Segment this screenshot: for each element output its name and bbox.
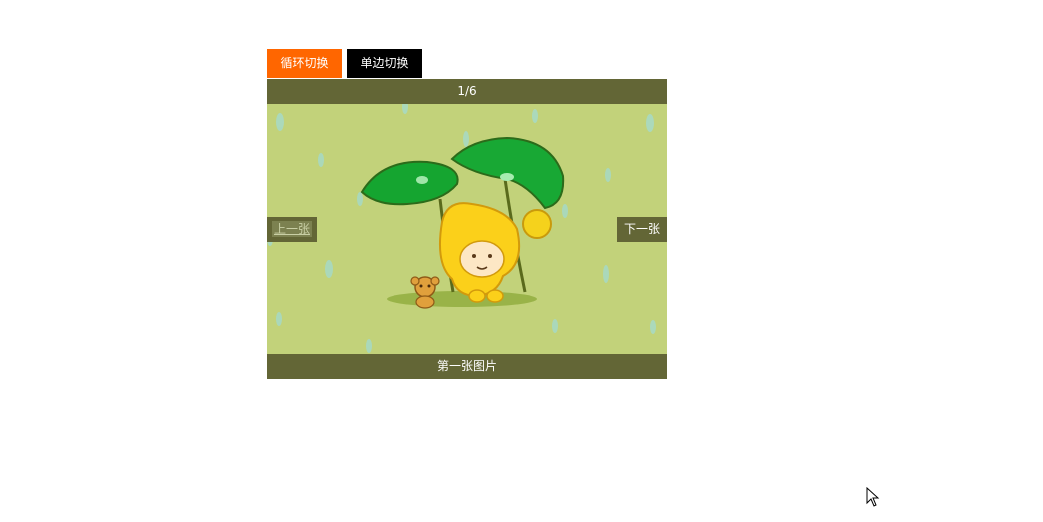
- loop-switch-tab[interactable]: 循环切换: [267, 49, 342, 78]
- mouse-cursor-icon: [866, 487, 880, 507]
- prev-button[interactable]: 上一张: [267, 217, 317, 242]
- mode-tabs: 循环切换 单边切换: [267, 49, 422, 78]
- prev-button-label: 上一张: [271, 221, 312, 237]
- slide-counter: 1/6: [267, 79, 667, 104]
- single-switch-tab[interactable]: 单边切换: [347, 49, 422, 78]
- slide-image: [267, 104, 667, 354]
- slide-caption: 第一张图片: [267, 354, 667, 379]
- image-slider: 1/6 上一张 下一张 第一张图片: [267, 79, 667, 379]
- next-button[interactable]: 下一张: [617, 217, 667, 242]
- page: 循环切换 单边切换 1/6 上一张 下一张 第一张图片: [0, 0, 1043, 522]
